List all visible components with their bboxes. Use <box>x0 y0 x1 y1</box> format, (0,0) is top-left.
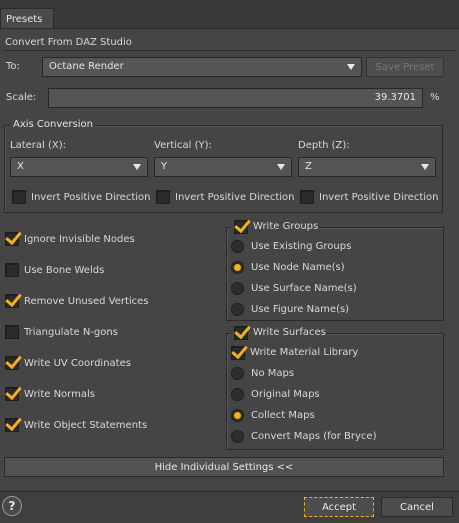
radio-label: Use Figure Name(s) <box>251 304 350 315</box>
option-label: Write Object Statements <box>24 420 148 431</box>
to-select[interactable]: Octane Render <box>42 57 362 77</box>
option-label: Remove Unused Vertices <box>24 296 149 307</box>
divider <box>2 50 456 51</box>
invert-depth-checkbox[interactable] <box>300 190 314 204</box>
depth-select[interactable]: Z <box>298 157 436 177</box>
write-normals-checkbox[interactable] <box>5 387 19 401</box>
radio-label: Convert Maps (for Bryce) <box>251 431 377 442</box>
cancel-button[interactable]: Cancel <box>381 497 453 517</box>
use-surface-names-radio[interactable] <box>231 282 244 295</box>
chevron-down-icon <box>277 164 285 170</box>
original-maps-radio[interactable] <box>231 388 244 401</box>
chevron-down-icon <box>133 164 141 170</box>
axis-conversion-title: Axis Conversion <box>10 119 96 130</box>
lateral-value: X <box>17 161 24 172</box>
accept-button[interactable]: Accept <box>304 497 374 517</box>
write-groups-checkbox[interactable] <box>234 220 248 234</box>
ignore-invisible-nodes-checkbox[interactable] <box>5 232 19 246</box>
help-icon[interactable]: ? <box>2 496 22 516</box>
option-label: Triangulate N-gons <box>24 327 118 338</box>
write-groups-label: Write Groups <box>253 221 319 232</box>
use-node-names-radio[interactable] <box>231 261 244 274</box>
radio-label: Use Node Name(s) <box>251 262 345 273</box>
scale-input[interactable]: 39.3701 <box>48 88 423 108</box>
vertical-value: Y <box>161 161 168 172</box>
to-select-value: Octane Render <box>49 61 124 72</box>
write-surfaces-checkbox[interactable] <box>234 326 248 340</box>
use-figure-names-radio[interactable] <box>231 303 244 316</box>
use-existing-groups-radio[interactable] <box>231 240 244 253</box>
radio-label: Use Surface Name(s) <box>251 283 357 294</box>
invert-vertical-checkbox[interactable] <box>156 190 170 204</box>
depth-label: Depth (Z): <box>298 140 350 151</box>
option-label: Write Normals <box>24 389 95 400</box>
tab-presets[interactable]: Presets <box>0 8 54 29</box>
scale-unit: % <box>430 92 440 103</box>
lateral-label: Lateral (X): <box>10 140 66 151</box>
convert-maps-radio[interactable] <box>231 430 244 443</box>
remove-unused-vertices-checkbox[interactable] <box>5 294 19 308</box>
use-bone-welds-checkbox[interactable] <box>5 263 19 277</box>
write-material-library-label: Write Material Library <box>250 347 359 358</box>
option-label: Use Bone Welds <box>24 265 105 276</box>
chevron-down-icon <box>421 164 429 170</box>
collect-maps-radio[interactable] <box>231 409 244 422</box>
vertical-label: Vertical (Y): <box>154 140 212 151</box>
option-label: Write UV Coordinates <box>24 358 131 369</box>
invert-lateral-label: Invert Positive Direction <box>31 192 151 203</box>
radio-label: No Maps <box>251 368 295 379</box>
radio-label: Collect Maps <box>251 410 315 421</box>
save-preset-button[interactable]: Save Preset <box>366 57 444 77</box>
invert-depth-label: Invert Positive Direction <box>319 192 439 203</box>
to-label: To: <box>6 61 20 72</box>
depth-value: Z <box>305 161 312 172</box>
vertical-select[interactable]: Y <box>154 157 292 177</box>
invert-lateral-checkbox[interactable] <box>12 190 26 204</box>
write-uv-coordinates-checkbox[interactable] <box>5 356 19 370</box>
section-title: Convert From DAZ Studio <box>5 37 132 48</box>
write-surfaces-label: Write Surfaces <box>253 327 326 338</box>
option-label: Ignore Invisible Nodes <box>24 234 135 245</box>
radio-label: Use Existing Groups <box>251 241 352 252</box>
chevron-down-icon <box>347 64 355 70</box>
radio-label: Original Maps <box>251 389 320 400</box>
invert-vertical-label: Invert Positive Direction <box>175 192 295 203</box>
write-material-library-checkbox[interactable] <box>231 346 245 360</box>
lateral-select[interactable]: X <box>10 157 148 177</box>
hide-individual-settings-button[interactable]: Hide Individual Settings << <box>4 457 444 477</box>
scale-label: Scale: <box>6 92 37 103</box>
write-object-statements-checkbox[interactable] <box>5 418 19 432</box>
triangulate-ngons-checkbox[interactable] <box>5 325 19 339</box>
no-maps-radio[interactable] <box>231 367 244 380</box>
